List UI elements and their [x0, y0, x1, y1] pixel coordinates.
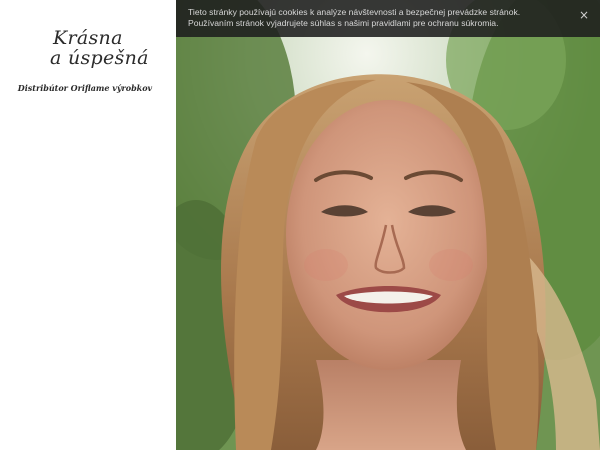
page: Krásna a úspešná Distribútor Oriflame vý… [0, 0, 600, 450]
sidebar: Krásna a úspešná Distribútor Oriflame vý… [0, 0, 176, 450]
cookie-banner: Tieto stránky používajú cookies k analýz… [176, 0, 600, 37]
logo-line-2: a úspešná [50, 47, 149, 69]
brand-logo[interactable]: Krásna a úspešná [40, 24, 148, 72]
brand-tagline: Distribútor Oriflame výrobkov [17, 83, 153, 93]
logo-line-1: Krásna [53, 27, 123, 49]
hero-photo [176, 0, 600, 450]
cookie-banner-text: Tieto stránky používajú cookies k analýz… [188, 7, 521, 28]
close-icon[interactable]: × [576, 7, 592, 23]
